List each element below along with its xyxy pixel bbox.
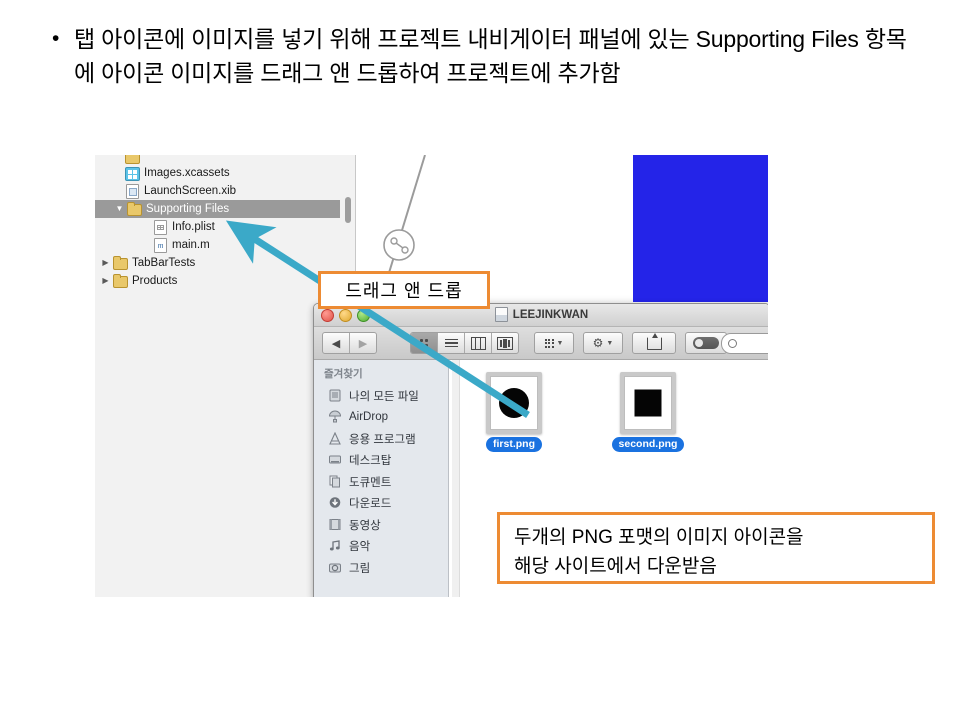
finder-window-title: LEEJINKWAN <box>314 307 768 322</box>
disclosure-triangle-collapsed[interactable]: ▶ <box>99 272 112 290</box>
coverflow-view-button[interactable] <box>492 333 518 353</box>
documents-icon <box>328 475 343 489</box>
sidebar-item-all-my-files[interactable]: 나의 모든 파일 <box>314 385 448 407</box>
file-name-label: first.png <box>486 437 542 452</box>
applications-icon <box>328 431 343 446</box>
file-item-first[interactable]: first.png <box>475 372 553 452</box>
navigator-row-launchscreen-xib[interactable]: LaunchScreen.xib <box>95 182 340 200</box>
desktop-icon <box>328 453 343 467</box>
callout-download-line2: 해당 사이트에서 다운받음 <box>514 556 717 577</box>
sidebar-item-label: 응용 프로그램 <box>349 433 416 446</box>
navigator-row-label: Info.plist <box>172 221 215 233</box>
bullet-body-text: 탭 아이콘에 이미지를 넣기 위해 프로젝트 내비게이터 패널에 있는 Supp… <box>74 26 907 86</box>
navigator-row-label: Images.xcassets <box>144 167 230 179</box>
callout-drag-text: 드래그 앤 드롭 <box>345 281 463 301</box>
sidebar-item-music[interactable]: 음악 <box>314 536 448 558</box>
circle-image-icon <box>499 388 529 418</box>
sidebar-item-label: 동영상 <box>349 519 381 532</box>
folder-icon <box>112 256 128 270</box>
disclosure-triangle-expanded[interactable]: ▼ <box>113 200 126 218</box>
sidebar-item-movies[interactable]: 동영상 <box>314 514 448 536</box>
navigator-row-label: TabBarTests <box>132 257 196 269</box>
file-thumbnail <box>486 372 542 434</box>
sidebar-item-label: 도큐멘트 <box>349 476 392 489</box>
drive-icon <box>494 307 508 322</box>
folder-icon <box>112 274 128 288</box>
navigator-row-label: Supporting Files <box>146 203 230 215</box>
disclosure-triangle-collapsed[interactable]: ▶ <box>99 254 112 272</box>
sidebar-item-airdrop[interactable]: AirDrop <box>314 407 448 429</box>
sidebar-section-favorites: 즐겨찾기 <box>324 368 363 380</box>
arrange-button[interactable]: ▼ <box>534 332 574 354</box>
music-icon <box>328 539 343 553</box>
airdrop-icon <box>328 410 343 424</box>
toggle-icon <box>693 337 719 349</box>
search-input[interactable] <box>721 333 768 354</box>
content-scrollbar[interactable] <box>452 360 460 597</box>
sidebar-item-documents[interactable]: 도큐멘트 <box>314 471 448 493</box>
navigator-row-tabbartests[interactable]: ▶ TabBarTests <box>95 254 340 272</box>
folder-icon <box>126 202 142 216</box>
file-item-second[interactable]: second.png <box>609 372 687 452</box>
slide-canvas: • 탭 아이콘에 이미지를 넣기 위해 프로젝트 내비게이터 패널에 있는 Su… <box>0 0 960 720</box>
bullet-paragraph: • 탭 아이콘에 이미지를 넣기 위해 프로젝트 내비게이터 패널에 있는 Su… <box>52 22 912 90</box>
back-button[interactable]: ◀ <box>323 333 350 353</box>
finder-sidebar: 즐겨찾기 나의 모든 파일 AirDrop 응용 프로그램 데스크탑 도큐멘트 … <box>314 360 449 597</box>
xib-icon <box>124 184 140 199</box>
callout-download-note: 두개의 PNG 포맷의 이미지 아이콘을 해당 사이트에서 다운받음 <box>497 512 935 584</box>
objc-m-icon: m <box>152 238 168 253</box>
sidebar-item-label: AirDrop <box>349 411 388 424</box>
navigator-row-supporting-files[interactable]: ▼ Supporting Files <box>95 200 340 218</box>
column-view-button[interactable] <box>465 333 492 353</box>
pictures-icon <box>328 561 343 575</box>
gear-icon: ⚙ <box>592 336 604 350</box>
downloads-icon <box>328 496 343 510</box>
history-buttons: ◀ ▶ <box>322 332 377 354</box>
sidebar-item-label: 다운로드 <box>349 498 392 511</box>
callout-drag-and-drop: 드래그 앤 드롭 <box>318 271 490 309</box>
sidebar-item-label: 나의 모든 파일 <box>349 390 419 403</box>
file-thumbnail <box>620 372 676 434</box>
navigator-row-images-xcassets[interactable]: Images.xcassets <box>95 164 340 182</box>
xcassets-icon <box>124 166 140 181</box>
chevron-down-icon: ▼ <box>606 339 614 347</box>
folder-icon <box>124 155 140 164</box>
share-button[interactable] <box>632 332 676 354</box>
chevron-down-icon: ▼ <box>556 339 564 347</box>
navigator-row-info-plist[interactable]: Info.plist <box>95 218 340 236</box>
forward-button[interactable]: ▶ <box>350 333 376 353</box>
list-view-button[interactable] <box>438 333 465 353</box>
file-name-label: second.png <box>611 437 685 452</box>
storyboard-blue-view <box>633 155 768 302</box>
sidebar-item-label: 음악 <box>349 541 371 554</box>
share-icon <box>646 332 662 350</box>
navigator-row-label: LaunchScreen.xib <box>144 185 237 197</box>
navigator-row-label: Products <box>132 275 178 287</box>
action-button[interactable]: ⚙ ▼ <box>583 332 623 354</box>
sidebar-item-pictures[interactable]: 그림 <box>314 557 448 579</box>
sidebar-item-applications[interactable]: 응용 프로그램 <box>314 428 448 450</box>
sidebar-item-label: 데스크탑 <box>349 455 392 468</box>
view-mode-buttons <box>410 332 519 354</box>
sidebar-item-label: 그림 <box>349 562 371 575</box>
square-image-icon <box>634 389 662 417</box>
navigator-file-list: Images.xcassets LaunchScreen.xib ▼ Suppo… <box>95 155 340 290</box>
arrange-icon <box>544 338 554 348</box>
sidebar-item-downloads[interactable]: 다운로드 <box>314 493 448 515</box>
callout-download-line1: 두개의 PNG 포맷의 이미지 아이콘을 <box>514 527 804 548</box>
sidebar-item-desktop[interactable]: 데스크탑 <box>314 450 448 472</box>
finder-toolbar: ◀ ▶ ▼ ⚙ ▼ <box>314 327 768 360</box>
navigator-row-main-m[interactable]: m main.m <box>95 236 340 254</box>
navigator-row-label: main.m <box>172 239 210 251</box>
finder-title-text: LEEJINKWAN <box>512 308 589 321</box>
plist-icon <box>152 220 168 235</box>
movies-icon <box>328 518 343 532</box>
all-my-files-icon <box>328 389 343 403</box>
navigator-row-clipped[interactable] <box>95 155 340 164</box>
bullet-marker: • <box>52 27 60 50</box>
icon-view-button[interactable] <box>411 333 438 353</box>
search-icon <box>728 339 737 348</box>
navigator-row-products[interactable]: ▶ Products <box>95 272 340 290</box>
